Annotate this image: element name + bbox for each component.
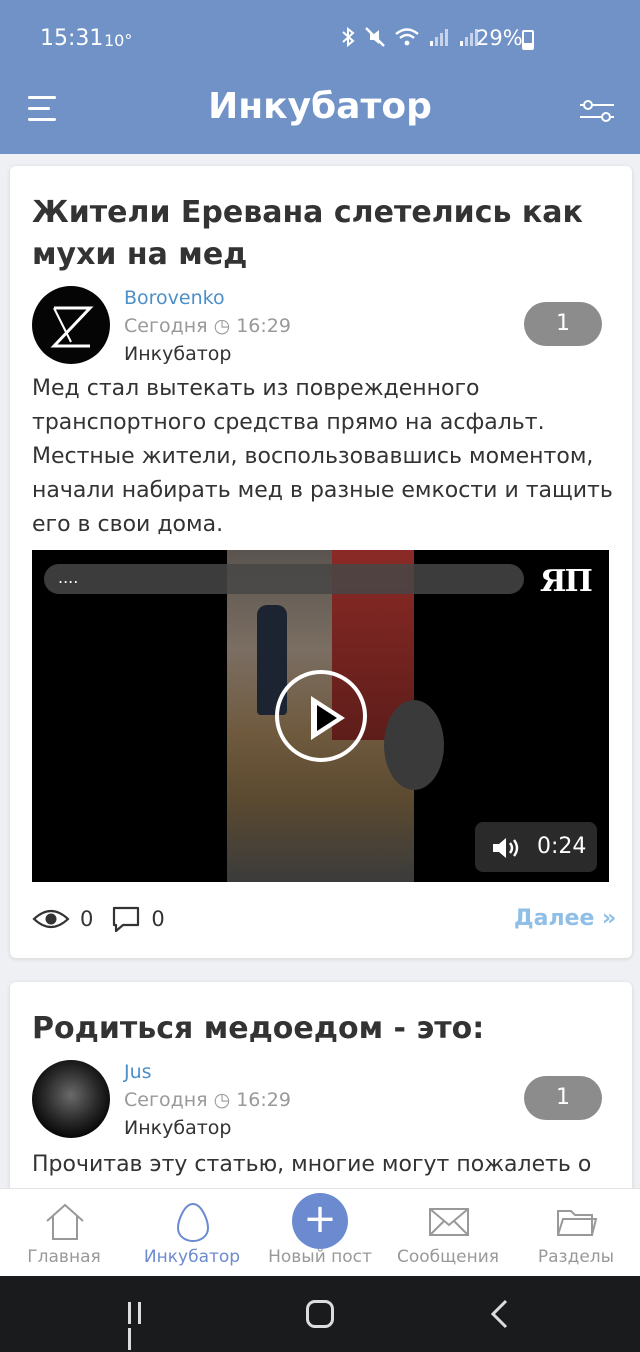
envelope-icon xyxy=(429,1208,469,1236)
battery-level: 29% xyxy=(476,26,523,50)
post-card[interactable]: Жители Еревана слетелись как мухи на мед… xyxy=(10,166,632,958)
nav-sections-label: Разделы xyxy=(537,1247,615,1267)
wifi-icon xyxy=(395,28,419,46)
signal-icon xyxy=(430,29,448,46)
eye-icon xyxy=(32,909,70,929)
mute-icon xyxy=(365,27,385,47)
comments-count: 0 xyxy=(151,907,165,931)
nav-new-post[interactable]: + Новый пост xyxy=(256,1189,384,1277)
avatar[interactable] xyxy=(32,286,110,364)
recent-apps-button[interactable] xyxy=(128,1302,156,1350)
filter-icon[interactable] xyxy=(578,98,616,124)
post-stats: 0 0 xyxy=(32,904,165,934)
nav-sections[interactable]: Разделы xyxy=(512,1189,640,1277)
bluetooth-icon xyxy=(342,26,355,48)
video-duration: 0:24 xyxy=(537,834,587,859)
app-header-bar: 15:31 10° 29% Инкубатор xyxy=(0,0,640,154)
rating-badge[interactable]: 1 xyxy=(524,302,602,346)
post-category[interactable]: Инкубатор xyxy=(124,1114,291,1142)
play-icon[interactable] xyxy=(275,670,367,762)
nav-incubator[interactable]: Инкубатор xyxy=(128,1189,256,1277)
video-logo: ЯП xyxy=(540,564,593,599)
post-meta: Jus Сегодня ◷ 16:29 Инкубатор xyxy=(124,1058,291,1142)
nav-home[interactable]: Главная xyxy=(0,1189,128,1277)
post-title[interactable]: Жители Еревана слетелись как мухи на мед xyxy=(32,192,612,276)
views-count: 0 xyxy=(80,907,94,931)
status-bar: 15:31 10° 29% xyxy=(0,0,640,80)
bottom-navigation: Главная Инкубатор + Новый пост Сообщения… xyxy=(0,1188,640,1276)
video-wheel xyxy=(384,700,444,790)
rating-badge[interactable]: 1 xyxy=(524,1076,602,1120)
author-link[interactable]: Borovenko xyxy=(124,284,291,312)
avatar-logo-icon xyxy=(50,306,94,348)
author-link[interactable]: Jus xyxy=(124,1058,291,1086)
status-temperature: 10° xyxy=(104,31,133,50)
system-navigation-bar xyxy=(0,1276,640,1352)
nav-new-post-label: Новый пост xyxy=(268,1247,372,1267)
status-time: 15:31 xyxy=(40,26,104,51)
system-home-button[interactable] xyxy=(306,1300,334,1328)
post-excerpt: Прочитав эту статью, многие могут пожале… xyxy=(32,1152,592,1177)
post-category[interactable]: Инкубатор xyxy=(124,340,291,368)
avatar[interactable] xyxy=(32,1060,110,1138)
post-excerpt: Мед стал вытекать из поврежденного транс… xyxy=(32,376,613,537)
nav-messages[interactable]: Сообщения xyxy=(384,1189,512,1277)
back-icon[interactable] xyxy=(488,1298,512,1330)
post-meta: Borovenko Сегодня ◷ 16:29 Инкубатор xyxy=(124,284,291,368)
status-icons xyxy=(340,26,480,48)
post-date: Сегодня ◷ 16:29 xyxy=(124,1089,291,1111)
post-title[interactable]: Родиться медоедом - это: xyxy=(32,1008,612,1050)
nav-incubator-label: Инкубатор xyxy=(143,1247,241,1267)
egg-icon xyxy=(176,1202,210,1243)
read-more-link[interactable]: Далее » xyxy=(514,906,616,931)
plus-icon[interactable]: + xyxy=(292,1193,348,1249)
nav-home-label: Главная xyxy=(27,1247,101,1267)
post-card[interactable]: Родиться медоедом - это: Jus Сегодня ◷ 1… xyxy=(10,982,632,1222)
comment-icon[interactable] xyxy=(111,904,141,934)
post-date: Сегодня ◷ 16:29 xyxy=(124,315,291,337)
battery-icon xyxy=(522,30,534,50)
speaker-icon[interactable] xyxy=(491,836,523,860)
nav-messages-label: Сообщения xyxy=(396,1247,500,1267)
folder-icon xyxy=(557,1210,598,1236)
home-icon xyxy=(46,1203,84,1240)
video-player[interactable]: .... ЯП 0:24 xyxy=(32,550,609,882)
video-duration-box[interactable]: 0:24 xyxy=(475,822,597,872)
video-url-bar: .... xyxy=(44,564,524,594)
page-title: Инкубатор xyxy=(208,86,432,127)
